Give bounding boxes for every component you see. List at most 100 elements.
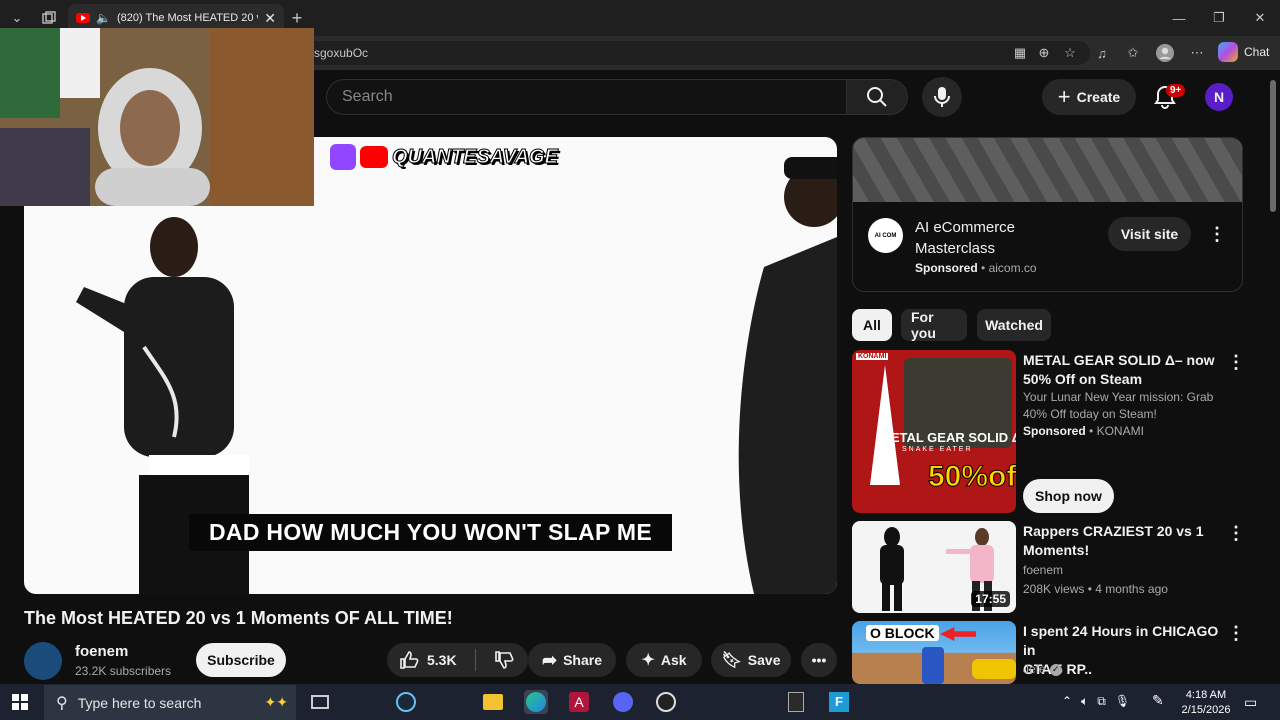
watermark-text: QUANTESAVAGE <box>392 145 559 168</box>
thumb-delta-symbol <box>870 365 900 485</box>
zoom-icon[interactable]: ⊕ <box>1033 42 1055 64</box>
ad-sponsored-label: Sponsored <box>915 261 978 275</box>
visit-site-button[interactable]: Visit site <box>1108 217 1191 251</box>
rec-thumbnail-chicago[interactable]: O BLOCK <box>852 621 1016 684</box>
rec1-title-line2: 50% Off on Steam <box>1023 371 1143 387</box>
epic-games-icon[interactable] <box>784 690 808 714</box>
speaker-icon[interactable]: 🔈 <box>96 11 111 25</box>
ad-more-icon[interactable]: ⋮ <box>1207 224 1227 244</box>
create-button[interactable]: + Create <box>1042 79 1136 115</box>
rec2-title-line1: Rappers CRAZIEST 20 vs 1 <box>1023 523 1204 539</box>
ask-button[interactable]: ✦ Ask <box>626 643 702 677</box>
plus-icon: + <box>1057 84 1071 109</box>
rec1-sponsor-line: Sponsored • KONAMI <box>1023 423 1233 440</box>
close-tab-icon[interactable]: ✕ <box>264 10 276 27</box>
favorite-star-icon[interactable]: ☆ <box>1059 42 1081 64</box>
rec3-thumb-text: O BLOCK <box>866 625 939 641</box>
save-button[interactable]: 🔖︎ Save <box>711 643 791 677</box>
account-avatar[interactable]: N <box>1205 83 1233 111</box>
rec2-more-icon[interactable]: ⋮ <box>1226 523 1246 543</box>
red-app-icon[interactable]: A <box>567 690 591 714</box>
rec1-separator: • <box>1089 424 1097 438</box>
favorites-icon[interactable]: ✩ <box>1122 42 1144 64</box>
steam-icon[interactable] <box>394 690 418 714</box>
discord-icon[interactable] <box>611 690 635 714</box>
share-button[interactable]: ➦ Share <box>528 643 616 677</box>
filter-chip-watched[interactable]: Watched <box>977 309 1051 341</box>
channel-avatar[interactable] <box>24 642 62 680</box>
subscribe-button[interactable]: Subscribe <box>196 643 286 677</box>
thumb-discount: 50%off <box>927 460 1016 494</box>
ad-separator: • <box>981 261 989 275</box>
voice-search-button[interactable] <box>922 77 962 117</box>
rec3-channel-row[interactable]: Jefe ✓ <box>1023 661 1062 678</box>
profile-icon[interactable] <box>1154 42 1176 64</box>
rec1-desc-line2: 40% Off today on Steam! <box>1023 407 1157 421</box>
task-view-icon[interactable] <box>308 690 332 714</box>
tab-title: (820) The Most HEATED 20 vs <box>116 12 259 24</box>
rec3-car <box>972 659 1016 679</box>
filter-chip-for-you[interactable]: For you <box>901 309 967 341</box>
url-field[interactable]: sgoxubOc <box>300 41 1090 65</box>
rec1-desc-line1: Your Lunar New Year mission: Grab <box>1023 390 1214 404</box>
channel-name[interactable]: foenem <box>75 643 128 660</box>
tray-chevron-icon[interactable]: ⌃ <box>1062 694 1072 709</box>
pen-icon[interactable]: ✎ <box>1152 692 1164 709</box>
like-count: 5.3K <box>427 652 457 668</box>
network-icon[interactable]: ⧉ <box>1097 694 1106 709</box>
rec3-character <box>922 647 944 684</box>
thumb-brand: KONAMI <box>856 353 889 360</box>
rec-thumbnail-metal-gear[interactable]: KONAMI METAL GEAR SOLID Δ SNAKE EATER 50… <box>852 350 1016 513</box>
filter-chip-all[interactable]: All <box>852 309 892 341</box>
edge-browser-icon[interactable] <box>524 690 548 714</box>
file-explorer-icon[interactable] <box>481 690 505 714</box>
shop-now-button[interactable]: Shop now <box>1023 479 1114 513</box>
close-window-icon[interactable]: ✕ <box>1249 7 1271 29</box>
rec-title-metal-gear[interactable]: METAL GEAR SOLID Δ– now 50% Off on Steam <box>1023 351 1228 389</box>
rec2-duration: 17:55 <box>971 591 1010 607</box>
more-horizontal-icon: ••• <box>811 652 827 668</box>
rec2-channel[interactable]: foenem <box>1023 562 1063 579</box>
tab-actions-chevron-icon[interactable]: ⌄ <box>6 7 28 29</box>
video-watermark: QUANTESAVAGE <box>330 144 558 170</box>
rec-thumbnail-rappers[interactable]: 17:55 <box>852 521 1016 613</box>
verified-icon: ✓ <box>1049 663 1062 676</box>
f-app-icon[interactable]: F <box>827 690 851 714</box>
ad-meta: Sponsored • aicom.co <box>915 261 1037 275</box>
sponsored-ad-card[interactable] <box>852 137 1243 292</box>
ad-banner-image <box>853 138 1242 202</box>
media-control-icon[interactable]: ♫ <box>1091 42 1113 64</box>
obs-icon[interactable] <box>654 690 678 714</box>
dislike-button[interactable] <box>494 650 514 670</box>
subscriber-count: 23.2K subscribers <box>75 664 172 678</box>
rec1-sponsored: Sponsored <box>1023 424 1086 438</box>
copilot-chat-button[interactable]: Chat <box>1218 42 1269 62</box>
thumbs-down-icon <box>494 651 513 669</box>
mic-tray-icon[interactable]: 🎙︎ <box>1115 694 1130 709</box>
maximize-icon[interactable]: ❐ <box>1208 7 1230 29</box>
taskbar-clock[interactable]: 4:18 AM 2/15/2026 <box>1178 688 1234 718</box>
rec-desc-metal-gear: Your Lunar New Year mission: Grab 40% Of… <box>1023 389 1233 440</box>
ad-title-line1: AI eCommerce <box>915 219 1016 236</box>
like-button[interactable]: 5.3K <box>399 650 457 670</box>
scrollbar-thumb[interactable] <box>1270 80 1276 212</box>
clock-date: 2/15/2026 <box>1181 704 1231 716</box>
search-button[interactable] <box>846 79 908 115</box>
taskbar-search-icon: ⚲ <box>56 694 68 712</box>
rec3-more-icon[interactable]: ⋮ <box>1226 623 1246 643</box>
rec-title-rappers[interactable]: Rappers CRAZIEST 20 vs 1 Moments! <box>1023 522 1228 560</box>
volume-icon[interactable]: 🔈︎ <box>1081 694 1088 709</box>
new-tab-icon[interactable]: + <box>286 7 308 29</box>
windows-start-icon[interactable] <box>8 690 32 714</box>
taskbar-search[interactable]: ⚲ Type here to search ✦✦ <box>44 685 296 720</box>
more-options-icon[interactable]: ⋯ <box>1186 42 1208 64</box>
save-label: Save <box>747 652 781 668</box>
notification-center-icon[interactable]: ▭ <box>1244 694 1257 711</box>
search-input[interactable]: Search <box>326 79 846 115</box>
minimize-icon[interactable]: — <box>1168 7 1190 29</box>
app-available-icon[interactable]: ▦ <box>1009 42 1031 64</box>
more-actions-button[interactable]: ••• <box>801 643 837 677</box>
workspaces-icon[interactable] <box>38 7 60 29</box>
rec1-more-icon[interactable]: ⋮ <box>1226 352 1246 372</box>
ad-title[interactable]: AI eCommerce Masterclass <box>915 217 1015 259</box>
